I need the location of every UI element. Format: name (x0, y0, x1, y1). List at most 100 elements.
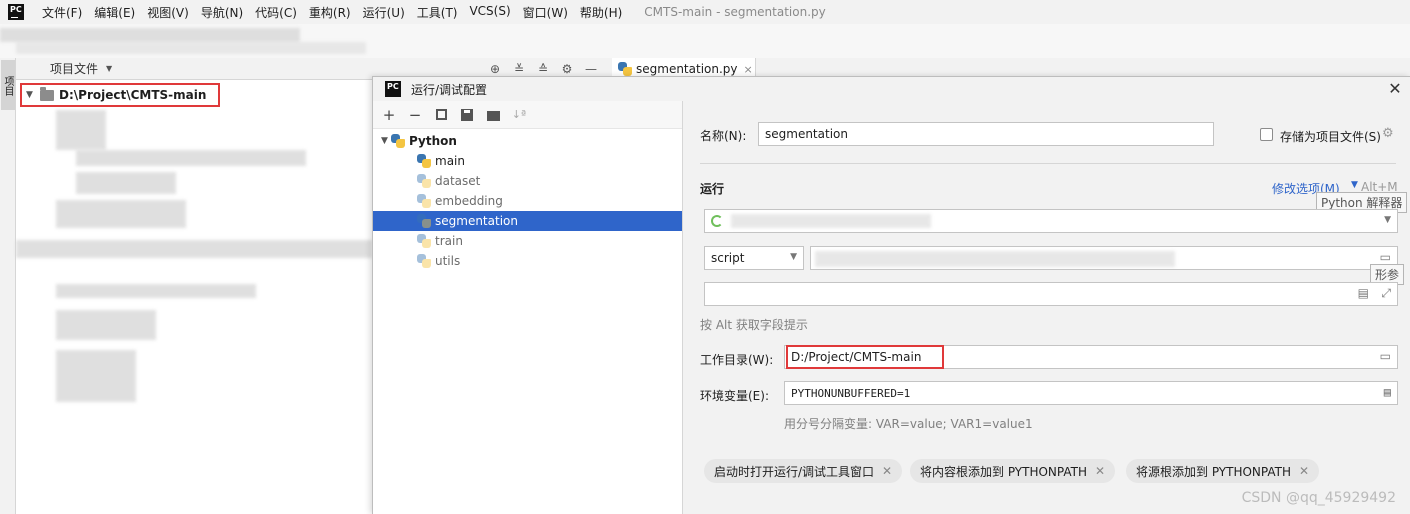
left-tool-strip: 项目 (0, 58, 16, 514)
blurred-region (0, 28, 300, 42)
config-item-label: utils (435, 254, 461, 268)
config-item-segmentation[interactable]: segmentation (373, 211, 682, 231)
separator (700, 163, 1396, 164)
config-item-label: segmentation (435, 214, 518, 228)
menu-window[interactable]: 窗口(W) (517, 4, 574, 21)
project-view-selector[interactable]: 项目文件 (50, 60, 98, 77)
env-hint: 用分号分隔变量: VAR=value; VAR1=value1 (784, 417, 1033, 431)
project-root-label: D:\Project\CMTS-main (59, 88, 207, 102)
workdir-label: 工作目录(W): (700, 353, 774, 367)
config-list-panel: + − ↓ª ▼ Python main dataset embedding s… (373, 101, 683, 514)
config-item-label: train (435, 234, 463, 248)
python-icon (417, 194, 431, 208)
close-icon[interactable]: ✕ (1385, 79, 1405, 99)
close-icon[interactable]: ✕ (1299, 464, 1309, 478)
remove-icon[interactable]: − (405, 105, 425, 125)
config-item-dataset[interactable]: dataset (373, 171, 682, 191)
edit-text-icon[interactable]: ▤ (1358, 286, 1369, 300)
menu-run[interactable]: 运行(U) (357, 4, 411, 21)
alt-hint: 按 Alt 获取字段提示 (700, 318, 808, 332)
config-tree: ▼ Python main dataset embedding segmenta… (373, 131, 682, 271)
chip-add-content-roots[interactable]: 将内容根添加到 PYTHONPATH ✕ (910, 459, 1116, 483)
blurred-region (56, 310, 156, 340)
python-file-icon (618, 62, 632, 76)
script-type-select[interactable]: script ▼ (704, 246, 804, 270)
sort-icon[interactable]: ↓ª (509, 105, 529, 125)
config-group-python[interactable]: ▼ Python (373, 131, 682, 151)
chip-add-source-roots[interactable]: 将源根添加到 PYTHONPATH ✕ (1126, 459, 1320, 483)
project-tool-tab[interactable]: 项目 (1, 60, 15, 110)
menu-refactor[interactable]: 重构(R) (303, 4, 357, 21)
blurred-region (56, 110, 106, 150)
chevron-down-icon[interactable]: ▼ (106, 64, 112, 73)
config-form: 名称(N): segmentation 存储为项目文件(S) ⚙ 运行 修改选项… (684, 101, 1410, 514)
pycharm-logo-icon: PC (8, 4, 24, 20)
editor-tab-label: segmentation.py (636, 62, 738, 76)
pycharm-logo-icon: PC (385, 81, 401, 97)
run-section-title: 运行 (700, 182, 725, 196)
chevron-down-icon[interactable]: ▼ (26, 90, 40, 100)
blurred-region (731, 214, 931, 228)
gear-icon[interactable]: ⚙ (1382, 126, 1394, 141)
script-path-input[interactable]: ▭ (810, 246, 1398, 270)
logo-text: PC (10, 5, 22, 14)
menu-navigate[interactable]: 导航(N) (195, 4, 249, 21)
menu-view[interactable]: 视图(V) (141, 4, 195, 21)
chip-label: 启动时打开运行/调试工具窗口 (714, 464, 875, 479)
config-item-label: dataset (435, 174, 481, 188)
blurred-region (76, 172, 176, 194)
window-title: CMTS-main - segmentation.py (644, 5, 826, 19)
chip-open-run-tool-window[interactable]: 启动时打开运行/调试工具窗口 ✕ (704, 459, 903, 483)
highlight-box (786, 345, 944, 369)
chevron-down-icon[interactable]: ▼ (790, 252, 797, 262)
interpreter-select[interactable]: ▼ (704, 209, 1398, 233)
store-as-project-file-checkbox[interactable] (1260, 128, 1273, 141)
save-icon[interactable] (457, 105, 477, 125)
env-input[interactable]: PYTHONUNBUFFERED=1 ▤ (784, 381, 1398, 405)
parameters-input[interactable]: ▤ ⤢ (704, 282, 1398, 306)
config-toolbar: + − ↓ª (373, 101, 682, 129)
config-item-embedding[interactable]: embedding (373, 191, 682, 211)
menu-code[interactable]: 代码(C) (249, 4, 303, 21)
config-item-main[interactable]: main (373, 151, 682, 171)
add-icon[interactable]: + (379, 105, 399, 125)
expand-icon[interactable]: ⤢ (1381, 286, 1391, 301)
blurred-region (815, 251, 1175, 267)
new-folder-icon[interactable] (483, 105, 503, 125)
project-tree: ▼ D:\Project\CMTS-main (16, 80, 372, 514)
blurred-region (16, 42, 366, 54)
config-item-train[interactable]: train (373, 231, 682, 251)
copy-icon[interactable] (431, 105, 451, 125)
menu-edit[interactable]: 编辑(E) (88, 4, 141, 21)
name-label: 名称(N): (700, 129, 747, 143)
folder-open-icon[interactable]: ▭ (1380, 349, 1391, 363)
menu-tools[interactable]: 工具(T) (411, 4, 464, 21)
chip-label: 将内容根添加到 PYTHONPATH (920, 464, 1087, 479)
chevron-down-icon[interactable]: ▼ (373, 136, 391, 146)
blurred-region (16, 240, 372, 258)
python-icon (417, 214, 431, 228)
run-debug-dialog: PC 运行/调试配置 ✕ + − ↓ª ▼ Python main datase… (372, 76, 1410, 514)
close-icon[interactable]: × (744, 63, 753, 76)
edit-text-icon[interactable]: ▤ (1384, 385, 1391, 399)
python-icon (417, 154, 431, 168)
config-item-utils[interactable]: utils (373, 251, 682, 271)
menu-bar: PC 文件(F) 编辑(E) 视图(V) 导航(N) 代码(C) 重构(R) 运… (0, 0, 1410, 24)
blurred-region (76, 150, 306, 166)
menu-help[interactable]: 帮助(H) (574, 4, 628, 21)
menu-vcs[interactable]: VCS(S) (463, 4, 516, 21)
chevron-down-icon[interactable]: ▼ (1351, 180, 1358, 190)
folder-icon (40, 86, 54, 101)
python-icon (417, 174, 431, 188)
name-input[interactable]: segmentation (758, 122, 1214, 146)
project-tool-tab-label: 项目 (2, 76, 13, 96)
folder-open-icon[interactable]: ▭ (1380, 250, 1391, 264)
close-icon[interactable]: ✕ (882, 464, 892, 478)
menu-items: 文件(F) 编辑(E) 视图(V) 导航(N) 代码(C) 重构(R) 运行(U… (38, 4, 628, 21)
project-root-node[interactable]: ▼ D:\Project\CMTS-main (20, 83, 220, 107)
chevron-down-icon[interactable]: ▼ (1384, 215, 1391, 225)
menu-file[interactable]: 文件(F) (38, 4, 88, 21)
watermark: CSDN @qq_45929492 (1241, 490, 1396, 506)
close-icon[interactable]: ✕ (1095, 464, 1105, 478)
env-label: 环境变量(E): (700, 389, 769, 403)
